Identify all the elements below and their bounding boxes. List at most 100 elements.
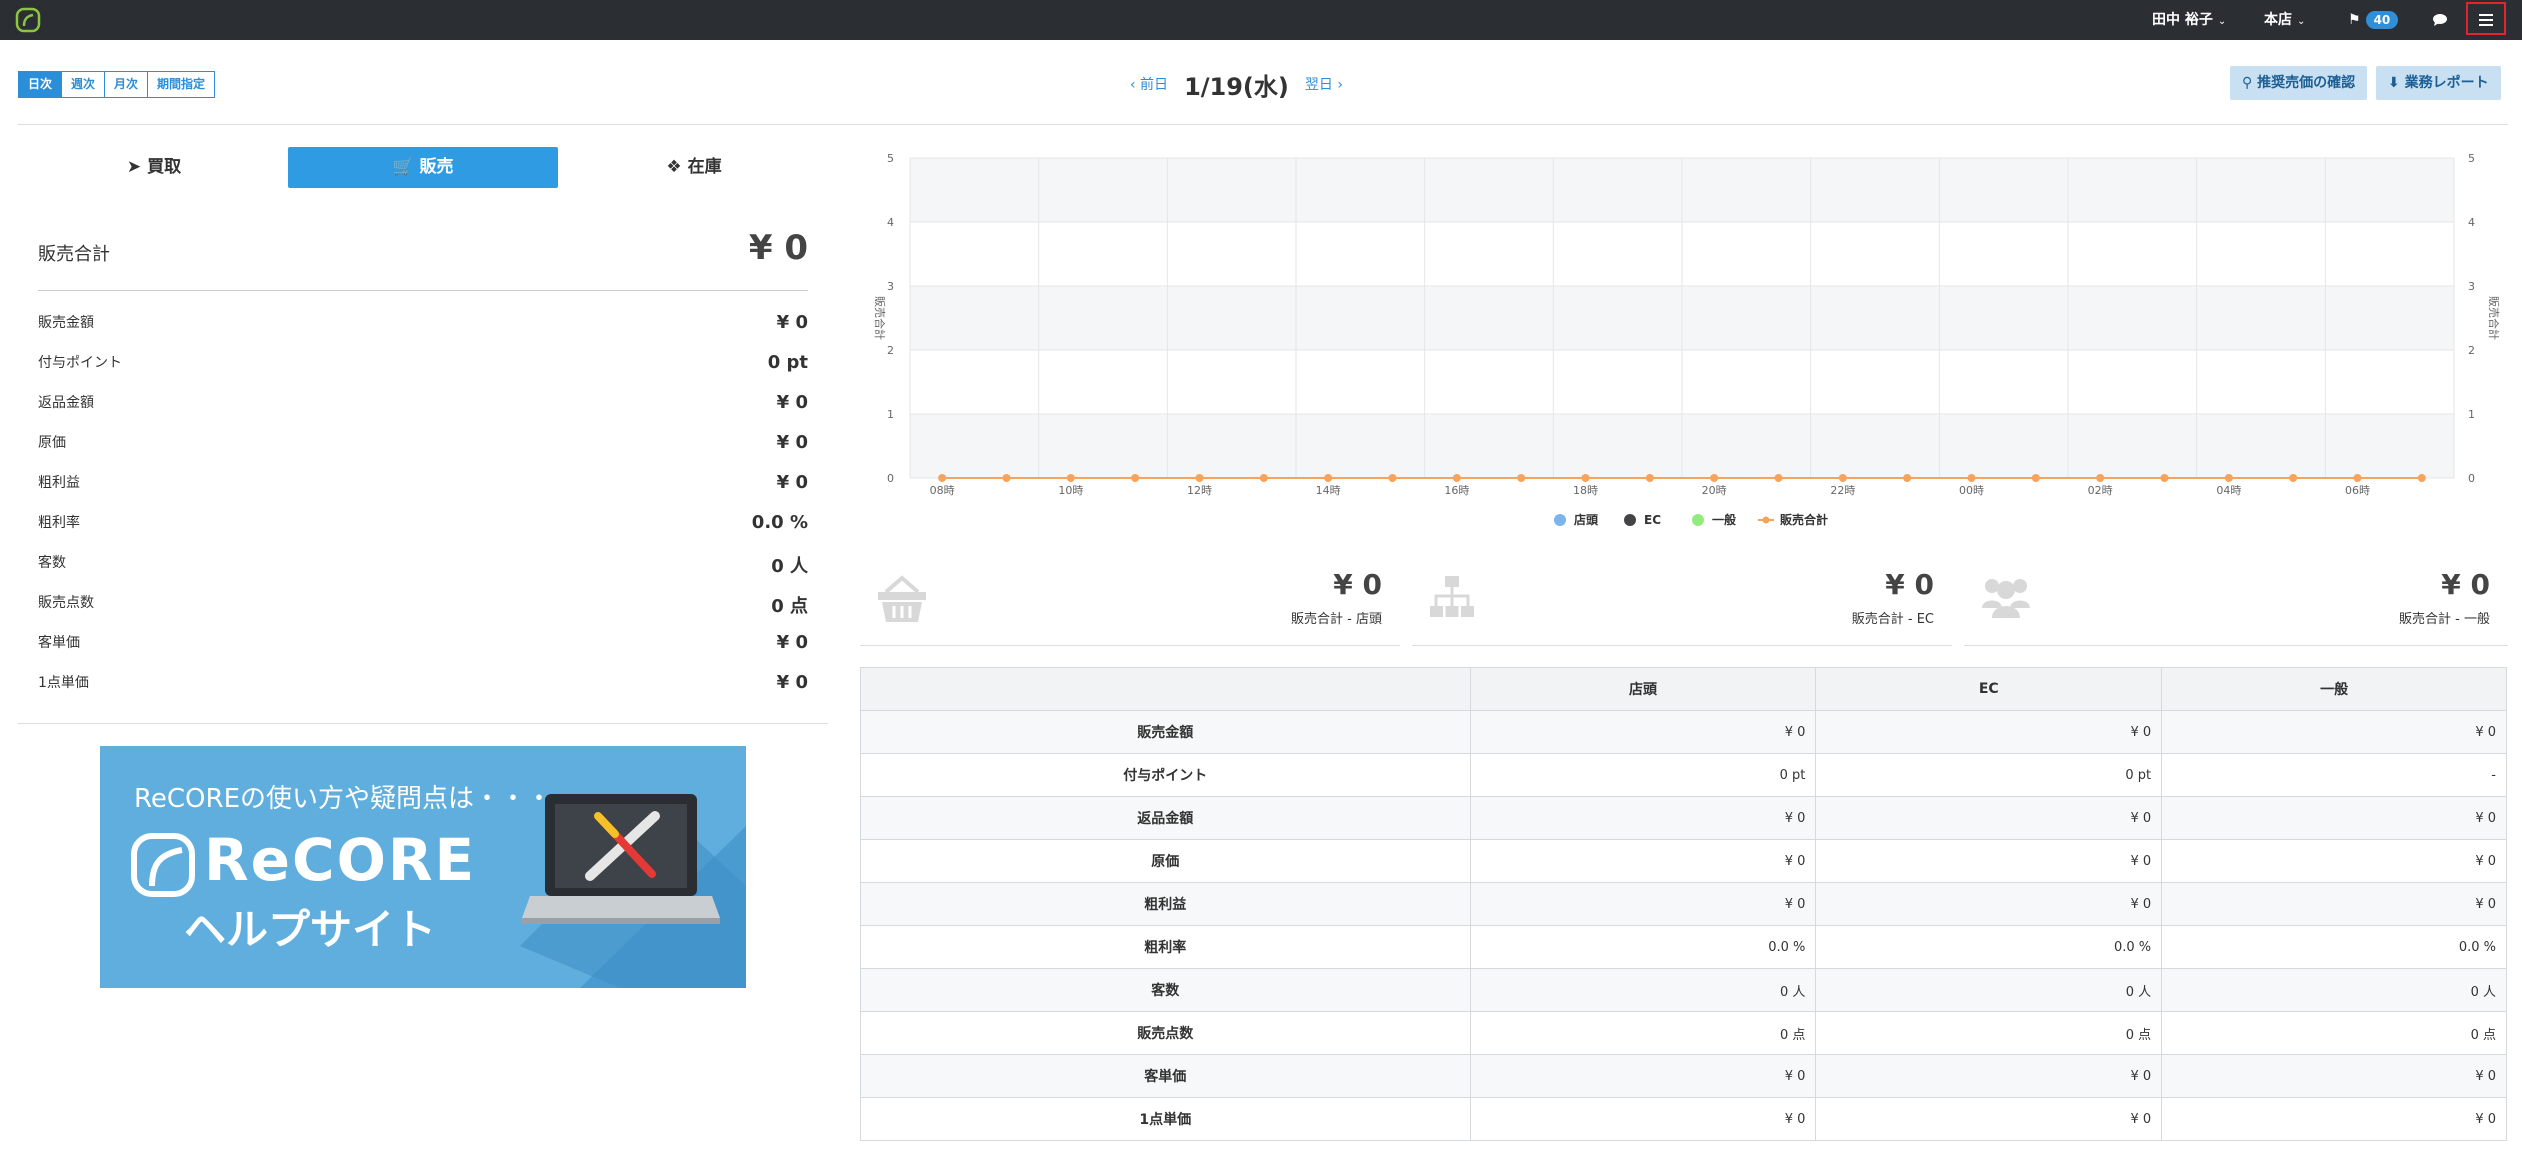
table-cell: 0.0 % bbox=[1815, 925, 2163, 969]
data-point bbox=[1774, 474, 1783, 482]
x-tick-label: 02時 bbox=[2088, 484, 2113, 497]
y2-tick-label: 4 bbox=[2468, 216, 2475, 229]
table-cell: 0 人 bbox=[1815, 968, 2163, 1012]
x-tick-label: 16時 bbox=[1444, 484, 1469, 497]
table-cell: ¥ 0 bbox=[1469, 710, 1817, 754]
metric-value: 0 人 bbox=[771, 556, 808, 577]
metric-label: 客単価 bbox=[38, 635, 80, 651]
data-point bbox=[1131, 474, 1140, 482]
chat-bubble-icon bbox=[2433, 14, 2447, 26]
sales-breakdown-table: 店頭 EC 一般 販売金額 ¥ 0 ¥ 0 ¥ 0 付与ポイント 0 pt 0 pt - 返品金… bbox=[860, 667, 2507, 1141]
x-tick-label: 18時 bbox=[1573, 484, 1598, 497]
column-header-store: 店頭 bbox=[1469, 667, 1817, 711]
prev-day-link[interactable]: ‹ 前日 bbox=[1130, 74, 1168, 94]
x-tick-label: 04時 bbox=[2216, 484, 2241, 497]
data-point bbox=[1002, 474, 1011, 482]
table-row: 販売点数 0 点0 点0 点 bbox=[860, 1011, 2507, 1055]
period-weekly-button[interactable]: 週次 bbox=[61, 71, 106, 98]
card-general-value: ¥ 0 bbox=[2441, 568, 2490, 601]
metric-row: 客数 0 人 bbox=[38, 552, 808, 577]
metric-label: 客数 bbox=[38, 555, 66, 571]
legend-label: EC bbox=[1644, 513, 1661, 527]
table-cell: ¥ 0 bbox=[1815, 1097, 2163, 1141]
data-point bbox=[1903, 474, 1912, 482]
table-row: 客単価 ¥ 0 ¥ 0 ¥ 0 bbox=[860, 1054, 2507, 1098]
recommended-price-label: 推奨売価の確認 bbox=[2257, 75, 2356, 91]
hamburger-icon-bar bbox=[2479, 24, 2493, 26]
top-navbar: 田中 裕子 ⌄ 本店 ⌄ ⚑ 40 bbox=[0, 0, 2522, 40]
notifications-button[interactable]: ⚑ 40 bbox=[2348, 0, 2399, 40]
row-label: 客数 bbox=[860, 968, 1471, 1012]
tab-buy[interactable]: ➤ 買取 bbox=[18, 147, 290, 188]
column-header-general: 一般 bbox=[2161, 667, 2507, 711]
recommended-price-button[interactable]: ⚲ 推奨売価の確認 bbox=[2230, 66, 2368, 100]
messages-button[interactable] bbox=[2432, 0, 2448, 40]
data-point bbox=[1517, 474, 1526, 482]
table-row: 販売金額 ¥ 0 ¥ 0 ¥ 0 bbox=[860, 710, 2507, 754]
metric-value: ¥ 0 bbox=[776, 472, 808, 493]
data-point bbox=[2289, 474, 2298, 482]
period-monthly-button[interactable]: 月次 bbox=[104, 71, 149, 98]
metrics-divider bbox=[18, 723, 828, 724]
legend-label: 一般 bbox=[1712, 512, 1736, 527]
table-row: 1点単価 ¥ 0 ¥ 0 ¥ 0 bbox=[860, 1097, 2507, 1141]
sign-in-icon: ➤ bbox=[126, 157, 142, 177]
hamburger-icon-bar bbox=[2479, 19, 2493, 21]
metric-label: 粗利益 bbox=[38, 475, 80, 491]
tab-buy-label: 買取 bbox=[147, 157, 182, 177]
summary-divider bbox=[38, 290, 808, 291]
business-report-button[interactable]: ⬇ 業務レポート bbox=[2376, 66, 2501, 100]
tab-sell[interactable]: 🛒 販売 bbox=[288, 147, 558, 188]
legend-label: 店頭 bbox=[1574, 512, 1599, 527]
y-tick-label: 0 bbox=[887, 472, 894, 485]
period-custom-button[interactable]: 期間指定 bbox=[147, 71, 216, 98]
metric-row: 粗利益 ¥ 0 bbox=[38, 472, 808, 496]
metric-value: ¥ 0 bbox=[776, 432, 808, 453]
sitemap-icon bbox=[1430, 576, 1474, 617]
metric-value: ¥ 0 bbox=[776, 632, 808, 653]
metric-value: 0 pt bbox=[767, 352, 808, 373]
y-tick-label: 4 bbox=[887, 216, 894, 229]
banner-brand: ReCORE bbox=[204, 826, 477, 894]
row-label: 粗利率 bbox=[860, 925, 1471, 969]
table-cell: 0 点 bbox=[2161, 1011, 2507, 1055]
table-cell: ¥ 0 bbox=[2161, 839, 2507, 883]
data-point bbox=[1388, 474, 1397, 482]
data-point bbox=[2417, 474, 2426, 482]
metric-value: ¥ 0 bbox=[776, 312, 808, 333]
hamburger-menu-button[interactable] bbox=[2466, 2, 2506, 35]
card-ec: ¥ 0 販売合計 - EC bbox=[1412, 560, 1952, 646]
recore-logo-icon[interactable] bbox=[14, 6, 42, 34]
row-label: 客単価 bbox=[860, 1054, 1471, 1098]
y2-tick-label: 3 bbox=[2468, 280, 2475, 293]
business-report-label: 業務レポート bbox=[2404, 75, 2489, 91]
metric-label: 原価 bbox=[38, 435, 66, 451]
data-point bbox=[1710, 474, 1719, 482]
chevron-down-icon: ⌄ bbox=[2297, 16, 2306, 27]
table-cell: ¥ 0 bbox=[1469, 882, 1817, 926]
table-cell: 0 pt bbox=[1815, 753, 2163, 797]
user-menu[interactable]: 田中 裕子 ⌄ bbox=[2152, 0, 2226, 40]
table-row: 粗利益 ¥ 0 ¥ 0 ¥ 0 bbox=[860, 882, 2507, 926]
x-tick-label: 12時 bbox=[1187, 484, 1212, 497]
help-site-banner[interactable]: ReCOREの使い方や疑問点は・・・ ReCORE ヘルプサイト bbox=[100, 746, 746, 988]
y-tick-label: 3 bbox=[887, 280, 894, 293]
next-day-link[interactable]: 翌日 › bbox=[1305, 74, 1343, 94]
table-cell: - bbox=[2161, 753, 2507, 797]
tab-stock[interactable]: ❖ 在庫 bbox=[558, 147, 830, 188]
table-cell: ¥ 0 bbox=[1815, 882, 2163, 926]
store-menu[interactable]: 本店 ⌄ bbox=[2264, 0, 2305, 40]
row-label: 原価 bbox=[860, 839, 1471, 883]
period-daily-button[interactable]: 日次 bbox=[18, 71, 63, 98]
data-point bbox=[1967, 474, 1976, 482]
table-row: 付与ポイント 0 pt 0 pt - bbox=[860, 753, 2507, 797]
data-point bbox=[1324, 474, 1333, 482]
table-cell: ¥ 0 bbox=[1469, 1097, 1817, 1141]
table-row: 返品金額 ¥ 0 ¥ 0 ¥ 0 bbox=[860, 796, 2507, 840]
x-tick-label: 00時 bbox=[1959, 484, 1984, 497]
data-point bbox=[1838, 474, 1847, 482]
card-store: ¥ 0 販売合計 - 店頭 bbox=[860, 560, 1400, 646]
legend-symbol bbox=[1692, 514, 1704, 526]
legend-symbol bbox=[1624, 514, 1636, 526]
table-cell: 0 点 bbox=[1469, 1011, 1817, 1055]
